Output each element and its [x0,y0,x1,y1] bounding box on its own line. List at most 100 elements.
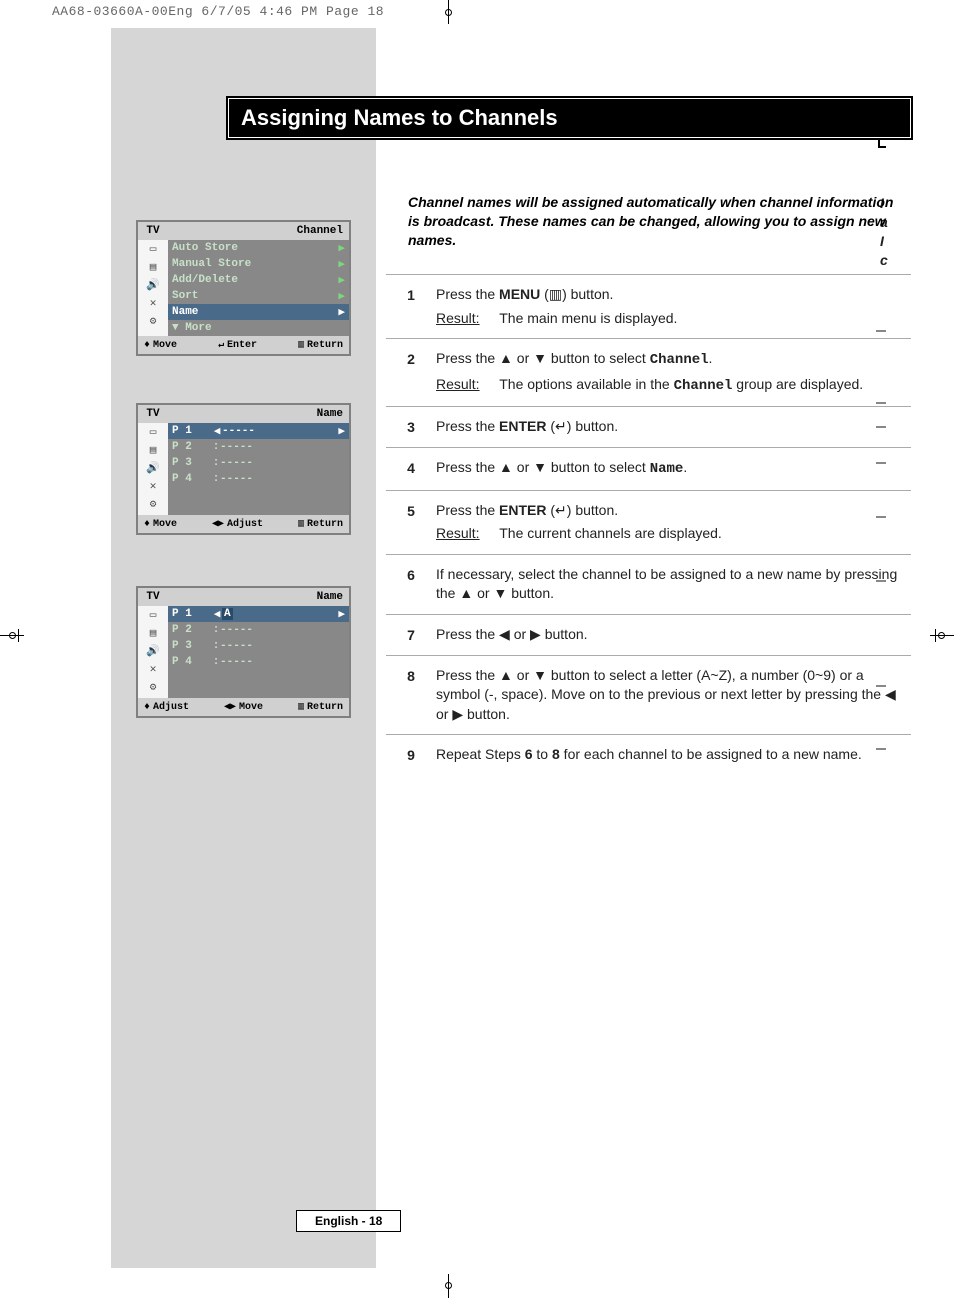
chevron-left-icon: ◀ [212,607,222,621]
osd-ch: P 3 [172,640,212,652]
chevron-right-icon: ▶ [335,424,345,438]
osd-foot-label: Return [307,519,343,530]
osd-item-selected: Name [172,306,335,318]
osd-list: P 1◀-----▶ P 2:----- P 3:----- P 4:----- [168,423,349,515]
menu-icon: ▥ [298,518,304,530]
result-label: Result: [436,524,480,544]
osd-ch: P 2 [172,441,212,453]
osd-name-list: TV Name ▭ ▤ 🔊 ✕ ⚙ P 1◀-----▶ P 2:----- P… [136,403,351,535]
osd-ch: P 2 [172,624,212,636]
section-title: Assigning Names to Channels [228,98,911,138]
step-number: 8 [386,666,436,725]
osd-item: Sort [172,290,335,302]
step-9: 9 Repeat Steps 6 to 8 for each channel t… [386,734,911,775]
picture-icon: ▭ [144,242,162,256]
osd-ch: P 3 [172,457,212,469]
osd-footer: ♦Adjust ◀▶Move ▥Return [138,698,349,716]
osd-ch: P 1 [172,608,212,620]
step-body: If necessary, select the channel to be a… [436,565,911,604]
osd-footer: ♦Move ↵Enter ▥Return [138,336,349,354]
picture-icon: ▭ [144,608,162,622]
chevron-right-icon: ▶ [335,273,345,287]
function-icon: ⚙ [144,314,162,328]
osd-item: Manual Store [172,258,335,270]
step-5: 5 Press the ENTER (↵) button. Result: Th… [386,490,911,554]
chevron-right-icon: ▶ [335,305,345,319]
step-1: 1 Press the MENU (▥) button. Result: The… [386,274,911,338]
up-icon: ▲ [459,585,473,601]
osd-footer: ♦Move ◀▶Adjust ▥Return [138,515,349,533]
osd-icon-col: ▭ ▤ 🔊 ✕ ⚙ [138,423,168,515]
setup-icon: ✕ [144,662,162,676]
chevron-right-icon: ▶ [335,241,345,255]
channel-icon: 🔊 [144,461,162,475]
menu-icon: ▥ [298,701,304,713]
osd-item: Add/Delete [172,274,335,286]
step-number: 1 [386,285,436,328]
osd-sep: : [212,441,220,453]
down-icon: ▼ [533,667,547,683]
step-body: Press the MENU (▥) button. Result: The m… [436,285,911,328]
osd-sep: : [212,656,220,668]
step-3: 3 Press the ENTER (↵) button. [386,406,911,447]
osd-hdr-right: Channel [168,225,349,237]
leftright-icon: ◀▶ [212,518,224,530]
step-body: Press the ENTER (↵) button. [436,417,911,437]
channel-icon: 🔊 [144,644,162,658]
step-number: 4 [386,458,436,480]
osd-sep: : [212,640,220,652]
channel-icon: 🔊 [144,278,162,292]
step-body: Press the ▲ or ▼ button to select Name. [436,458,911,480]
page-number: English - 18 [296,1210,401,1232]
left-icon: ◀ [885,686,896,702]
osd-list: Auto Store▶ Manual Store▶ Add/Delete▶ So… [168,240,349,336]
osd-foot-label: Move [153,519,177,530]
osd-hdr-left: TV [138,408,168,420]
down-icon: ▼ [533,350,547,366]
osd-ch: P 1 [172,425,212,437]
step-number: 5 [386,501,436,544]
osd-foot-label: Adjust [227,519,263,530]
enter-icon: ↵ [555,502,567,518]
osd-val: ----- [220,441,345,453]
step-number: 6 [386,565,436,604]
osd-ch: P 4 [172,473,212,485]
up-icon: ▲ [499,667,513,683]
step-body: Press the ◀ or ▶ button. [436,625,911,645]
left-icon: ◀ [499,626,510,642]
osd-foot-label: Enter [227,340,257,351]
osd-val: ----- [220,624,345,636]
page: I a I c Assigning Names to Channels TV C… [46,28,886,1262]
osd-icon-col: ▭ ▤ 🔊 ✕ ⚙ [138,240,168,336]
picture-icon: ▭ [144,425,162,439]
cutoff-line: c [880,251,888,270]
print-header: AA68-03660A-00Eng 6/7/05 4:46 PM Page 18 [52,4,384,19]
leftright-icon: ◀▶ [224,701,236,713]
up-icon: ▲ [499,350,513,366]
osd-icon-col: ▭ ▤ 🔊 ✕ ⚙ [138,606,168,698]
chevron-right-icon: ▶ [335,257,345,271]
menu-icon: ▥ [549,286,562,302]
osd-val: ----- [220,457,345,469]
step-body: Press the ▲ or ▼ button to select a lett… [436,666,911,725]
function-icon: ⚙ [144,497,162,511]
down-icon: ▼ [493,585,507,601]
osd-val: ----- [220,640,345,652]
result-label: Result: [436,375,480,395]
step-body: Repeat Steps 6 to 8 for each channel to … [436,745,911,765]
right-icon: ▶ [530,626,541,642]
step-7: 7 Press the ◀ or ▶ button. [386,614,911,655]
step-2: 2 Press the ▲ or ▼ button to select Chan… [386,338,911,406]
osd-foot-label: Return [307,340,343,351]
function-icon: ⚙ [144,680,162,694]
crop-mark [18,629,19,642]
right-icon: ▶ [452,706,463,722]
intro-text: Channel names will be assigned automatic… [408,193,908,250]
up-icon: ▲ [499,459,513,475]
osd-hdr-left: TV [138,591,168,603]
step-number: 3 [386,417,436,437]
osd-foot-label: Move [153,340,177,351]
menu-icon: ▥ [298,339,304,351]
chevron-left-icon: ◀ [212,424,222,438]
osd-name-edit: TV Name ▭ ▤ 🔊 ✕ ⚙ P 1◀A▶ P 2:----- P 3:-… [136,586,351,718]
